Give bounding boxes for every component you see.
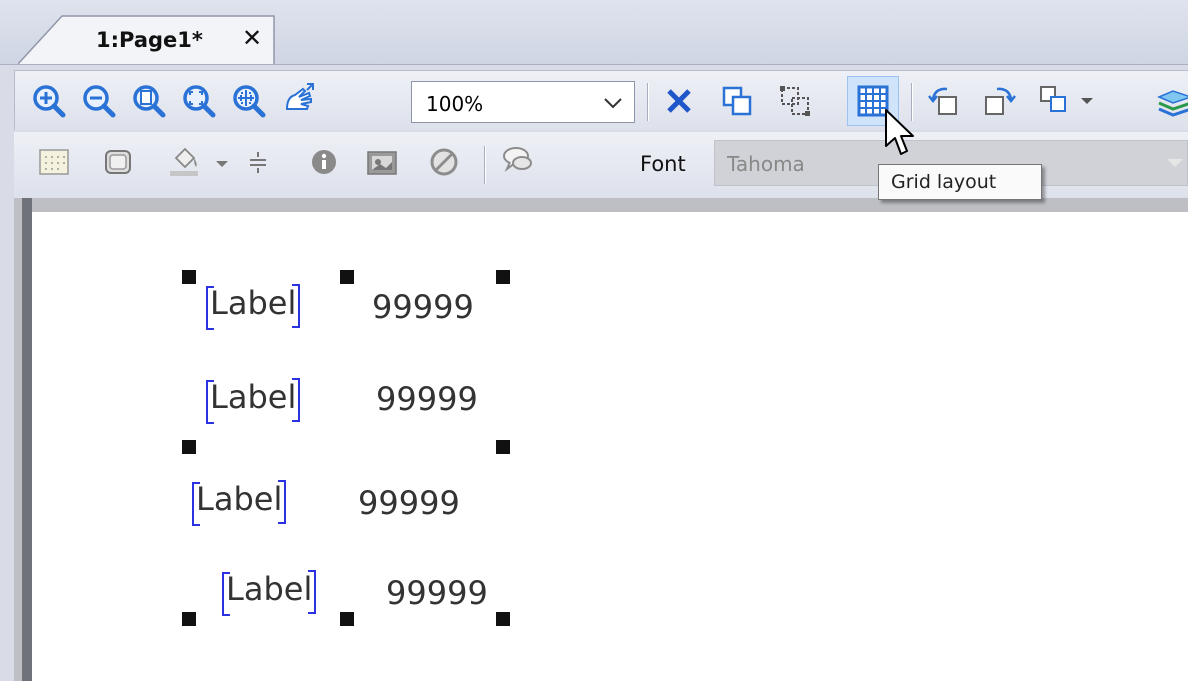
selection-handle[interactable] [496, 612, 510, 626]
numeric-field[interactable]: 99999 [372, 288, 474, 326]
selection-handle[interactable] [182, 612, 196, 626]
label-widget[interactable]: Label [210, 378, 296, 416]
delete-icon[interactable] [661, 83, 697, 119]
label-widget[interactable]: Label [210, 284, 296, 322]
selection-handle[interactable] [182, 440, 196, 454]
layers-icon[interactable] [1155, 83, 1188, 119]
label-text: Label [210, 378, 297, 416]
tab-close-icon[interactable]: ✕ [242, 26, 262, 50]
zoom-level-select[interactable]: 100% [411, 81, 635, 123]
label-text: Label [226, 570, 313, 608]
label-bracket-right [292, 284, 300, 328]
zoom-level-value: 100% [426, 92, 484, 116]
selection-handle[interactable] [496, 270, 510, 284]
selection-handle[interactable] [182, 270, 196, 284]
selection-handle[interactable] [340, 612, 354, 626]
font-value: Tahoma [727, 152, 805, 176]
label-text: Label [210, 284, 297, 322]
info-icon[interactable] [306, 144, 342, 180]
document-tab-strip: 1:Page1* ✕ [0, 0, 1188, 65]
group-icon[interactable] [719, 83, 755, 119]
label-text: Label [196, 480, 283, 518]
numeric-field[interactable]: 99999 [386, 574, 488, 612]
fill-color-icon[interactable] [166, 142, 202, 178]
chevron-down-icon[interactable] [1163, 151, 1187, 175]
rotate-right-icon[interactable] [981, 83, 1017, 119]
font-label: Font [640, 152, 686, 176]
grid-background-icon[interactable] [36, 144, 72, 180]
tooltip-text: Grid layout [891, 171, 997, 193]
chevron-down-icon[interactable] [600, 88, 626, 116]
selection-handle[interactable] [340, 270, 354, 284]
zoom-page-icon[interactable] [131, 83, 167, 119]
selection-handle[interactable] [496, 440, 510, 454]
label-widget[interactable]: Label [226, 570, 312, 608]
label-bracket-right [292, 378, 300, 422]
numeric-field[interactable]: 99999 [376, 380, 478, 418]
label-bracket-right [278, 480, 286, 524]
toolbar-view: 100% [14, 70, 1188, 130]
mouse-cursor-icon [885, 109, 914, 155]
label-bracket-right [308, 570, 316, 614]
fill-dropdown-icon[interactable] [214, 156, 230, 172]
image-icon[interactable] [364, 144, 400, 180]
arrange-icon[interactable] [1037, 83, 1073, 119]
label-widget[interactable]: Label [196, 480, 282, 518]
align-center-icon[interactable] [240, 144, 276, 180]
rotate-left-icon[interactable] [927, 83, 963, 119]
pan-icon[interactable] [281, 81, 317, 117]
arrange-dropdown-icon[interactable] [1079, 93, 1095, 109]
label-bracket-left [222, 572, 230, 616]
tooltip: Grid layout [878, 164, 1042, 200]
label-bracket-left [206, 286, 214, 330]
label-bracket-left [192, 482, 200, 526]
zoom-fit-icon[interactable] [181, 83, 217, 119]
label-bracket-left [206, 380, 214, 424]
tab-title: 1:Page1* [96, 28, 203, 52]
border-icon[interactable] [100, 144, 136, 180]
toolbar-separator [484, 146, 485, 184]
canvas-left-border [22, 198, 32, 681]
zoom-out-icon[interactable] [81, 83, 117, 119]
design-canvas[interactable] [32, 212, 1188, 681]
ungroup-icon[interactable] [777, 83, 813, 119]
tab-page1[interactable]: 1:Page1* ✕ [18, 14, 276, 64]
zoom-selection-icon[interactable] [231, 83, 267, 119]
disable-icon[interactable] [426, 144, 462, 180]
zoom-in-icon[interactable] [31, 83, 67, 119]
comment-icon[interactable] [500, 142, 536, 178]
numeric-field[interactable]: 99999 [358, 484, 460, 522]
toolbar-separator [647, 83, 648, 121]
